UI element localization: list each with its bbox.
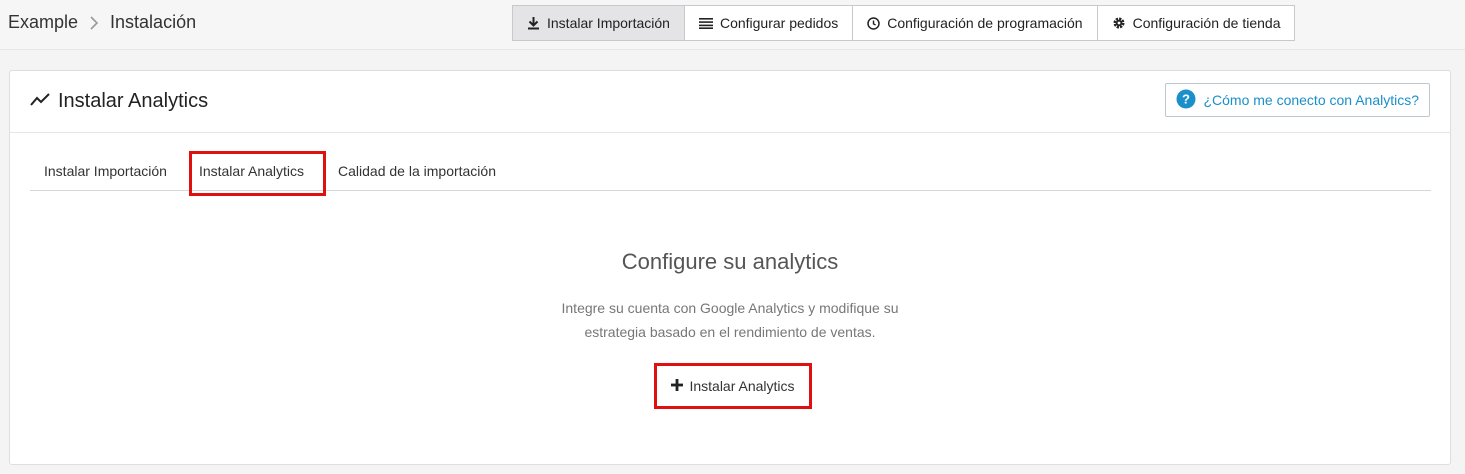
card-title-text: Instalar Analytics	[58, 90, 209, 112]
nav-store-config-label: Configuración de tienda	[1132, 15, 1281, 31]
tab-install-analytics[interactable]: Instalar Analytics	[187, 151, 316, 191]
card-title: Instalar Analytics	[30, 90, 208, 113]
svg-text:?: ?	[1182, 91, 1190, 106]
install-analytics-card: Instalar Analytics ? ¿Cómo me conecto co…	[9, 70, 1451, 465]
top-bar: Example Instalación Instalar Importación…	[0, 0, 1465, 50]
install-analytics-button[interactable]: Instalar Analytics	[654, 363, 812, 409]
breadcrumb-root[interactable]: Example	[8, 12, 78, 33]
nav-schedule-config-button[interactable]: Configuración de programación	[852, 5, 1098, 41]
breadcrumb: Example Instalación	[8, 12, 196, 33]
nav-schedule-config-label: Configuración de programación	[887, 15, 1083, 31]
nav-store-config-button[interactable]: Configuración de tienda	[1096, 5, 1296, 41]
breadcrumb-current: Instalación	[110, 12, 197, 32]
download-icon	[527, 16, 540, 30]
tab-install-import[interactable]: Instalar Importación	[30, 151, 181, 191]
gear-icon	[1112, 16, 1126, 30]
empty-state-description: Integre su cuenta con Google Analytics y…	[561, 300, 899, 340]
tab-install-import-label: Instalar Importación	[44, 163, 167, 179]
nav-configure-orders-button[interactable]: Configurar pedidos	[683, 5, 854, 41]
tab-install-analytics-label: Instalar Analytics	[198, 163, 305, 179]
empty-state-title: Configure su analytics	[621, 249, 839, 274]
clock-icon	[867, 16, 880, 30]
card-header: Instalar Analytics ? ¿Cómo me conecto co…	[10, 71, 1450, 133]
nav-install-import-button[interactable]: Instalar Importación	[512, 5, 685, 41]
tab-import-quality[interactable]: Calidad de la importación	[324, 151, 510, 191]
tab-import-quality-label: Calidad de la importación	[338, 163, 496, 179]
plus-icon	[671, 378, 684, 394]
tabs: Instalar Importación Instalar Analytics …	[30, 151, 1431, 191]
list-icon	[698, 17, 713, 29]
install-analytics-button-label: Instalar Analytics	[689, 378, 795, 394]
how-to-connect-analytics-button[interactable]: ? ¿Cómo me conecto con Analytics?	[1165, 83, 1430, 117]
nav-configure-orders-label: Configurar pedidos	[719, 15, 839, 31]
help-button-label: ¿Cómo me conecto con Analytics?	[1203, 92, 1419, 108]
nav-install-import-label: Instalar Importación	[547, 15, 670, 31]
question-circle-icon: ?	[1176, 89, 1196, 112]
top-nav: Instalar Importación Configurar pedidos …	[512, 5, 1296, 41]
chevron-right-icon	[90, 15, 99, 30]
trend-line-icon	[30, 90, 50, 113]
